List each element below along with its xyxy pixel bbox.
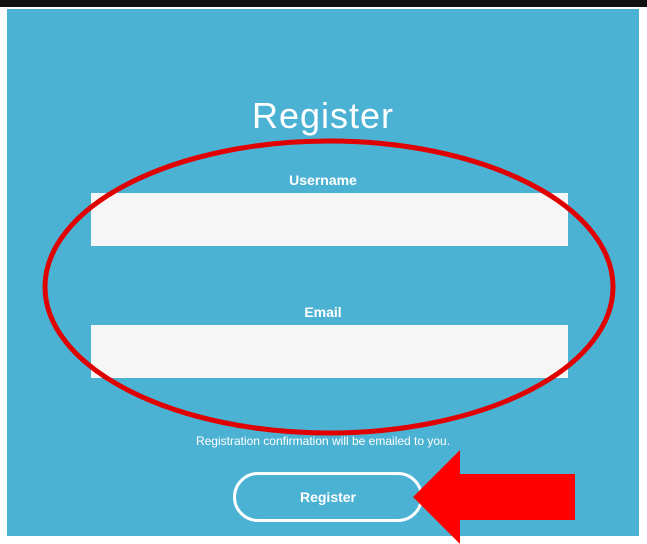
username-label: Username [289,172,357,188]
screenshot-frame: Register Username Email Registration con… [0,0,647,544]
register-panel [7,9,639,536]
email-label: Email [304,304,342,320]
page-title: Register [251,95,395,136]
top-border [0,0,647,7]
confirmation-note: Registration confirmation will be emaile… [195,434,451,448]
register-button[interactable]: Register [233,472,423,522]
username-input[interactable] [91,193,568,246]
email-input[interactable] [91,325,568,378]
